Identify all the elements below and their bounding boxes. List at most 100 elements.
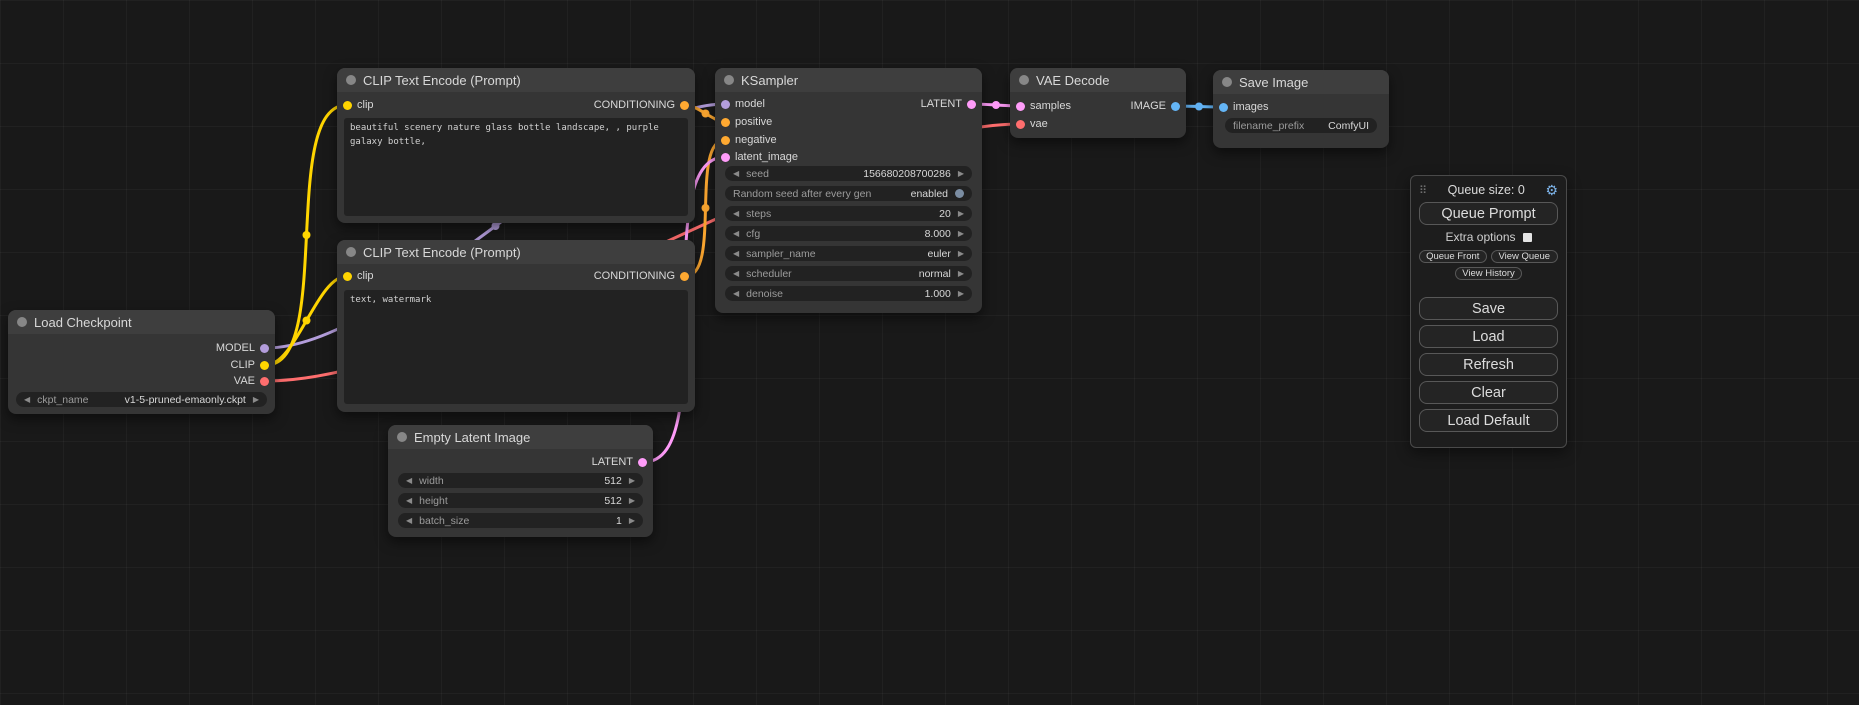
node-clip-text-encode-negative[interactable]: CLIP Text Encode (Prompt) clip CONDITION… (337, 240, 695, 412)
port-dot-latent[interactable] (638, 458, 647, 467)
decrement-arrow-icon[interactable]: ◀ (733, 270, 739, 278)
decrement-arrow-icon[interactable]: ◀ (24, 396, 30, 404)
port-dot-conditioning[interactable] (721, 118, 730, 127)
collapse-dot-icon[interactable] (397, 432, 407, 442)
port-dot-model[interactable] (260, 344, 269, 353)
width-widget[interactable]: ◀ width 512 ▶ (398, 473, 643, 488)
input-slot-positive[interactable]: positive (721, 115, 772, 129)
toggle-dot-icon[interactable] (955, 189, 964, 198)
increment-arrow-icon[interactable]: ▶ (958, 290, 964, 298)
port-dot-conditioning[interactable] (721, 136, 730, 145)
increment-arrow-icon[interactable]: ▶ (253, 396, 259, 404)
settings-gear-icon[interactable]: ⚙ (1545, 182, 1558, 199)
output-slot-model[interactable]: MODEL (216, 341, 269, 355)
port-dot-vae[interactable] (260, 377, 269, 386)
input-slot-vae[interactable]: vae (1016, 117, 1048, 131)
scheduler-widget[interactable]: ◀ scheduler normal ▶ (725, 266, 972, 281)
collapse-dot-icon[interactable] (724, 75, 734, 85)
input-slot-model[interactable]: model (721, 97, 765, 111)
collapse-dot-icon[interactable] (346, 247, 356, 257)
sampler-name-widget[interactable]: ◀ sampler_name euler ▶ (725, 246, 972, 261)
clear-button[interactable]: Clear (1419, 381, 1558, 404)
drag-handle-icon[interactable]: ⠿ (1419, 184, 1427, 197)
batch-size-widget[interactable]: ◀ batch_size 1 ▶ (398, 513, 643, 528)
input-slot-negative[interactable]: negative (721, 133, 777, 147)
node-vae-decode[interactable]: VAE Decode samples vae IMAGE (1010, 68, 1186, 138)
output-slot-conditioning[interactable]: CONDITIONING (594, 269, 689, 283)
decrement-arrow-icon[interactable]: ◀ (733, 290, 739, 298)
prompt-textarea[interactable]: text, watermark (344, 290, 688, 404)
height-widget[interactable]: ◀ height 512 ▶ (398, 493, 643, 508)
port-dot-latent[interactable] (721, 153, 730, 162)
node-ksampler[interactable]: KSampler model positive negative latent_… (715, 68, 982, 313)
seed-widget[interactable]: ◀ seed 156680208700286 ▶ (725, 166, 972, 181)
decrement-arrow-icon[interactable]: ◀ (406, 477, 412, 485)
increment-arrow-icon[interactable]: ▶ (629, 497, 635, 505)
input-slot-clip[interactable]: clip (343, 269, 374, 283)
port-dot-latent[interactable] (1016, 102, 1025, 111)
port-dot-latent[interactable] (967, 100, 976, 109)
denoise-widget[interactable]: ◀ denoise 1.000 ▶ (725, 286, 972, 301)
decrement-arrow-icon[interactable]: ◀ (733, 210, 739, 218)
random-seed-toggle-widget[interactable]: Random seed after every gen enabled (725, 186, 972, 201)
port-dot-vae[interactable] (1016, 120, 1025, 129)
port-dot-clip[interactable] (343, 272, 352, 281)
collapse-dot-icon[interactable] (1222, 77, 1232, 87)
input-slot-latent-image[interactable]: latent_image (721, 150, 798, 164)
node-clip-text-encode-positive[interactable]: CLIP Text Encode (Prompt) clip CONDITION… (337, 68, 695, 223)
node-title-bar[interactable]: Save Image (1213, 70, 1389, 94)
decrement-arrow-icon[interactable]: ◀ (733, 250, 739, 258)
increment-arrow-icon[interactable]: ▶ (629, 477, 635, 485)
node-title-bar[interactable]: Load Checkpoint (8, 310, 275, 334)
decrement-arrow-icon[interactable]: ◀ (733, 230, 739, 238)
queue-front-button[interactable]: Queue Front (1419, 250, 1487, 263)
view-history-button[interactable]: View History (1455, 267, 1522, 280)
port-dot-image[interactable] (1219, 103, 1228, 112)
increment-arrow-icon[interactable]: ▶ (958, 170, 964, 178)
increment-arrow-icon[interactable]: ▶ (958, 250, 964, 258)
node-title-bar[interactable]: Empty Latent Image (388, 425, 653, 449)
output-slot-clip[interactable]: CLIP (231, 358, 269, 372)
collapse-dot-icon[interactable] (17, 317, 27, 327)
node-title-bar[interactable]: KSampler (715, 68, 982, 92)
prompt-textarea[interactable]: beautiful scenery nature glass bottle la… (344, 118, 688, 216)
node-load-checkpoint[interactable]: Load Checkpoint MODEL CLIP VAE ◀ ckpt_na… (8, 310, 275, 414)
output-slot-conditioning[interactable]: CONDITIONING (594, 98, 689, 112)
output-slot-latent[interactable]: LATENT (921, 97, 976, 111)
port-dot-clip[interactable] (343, 101, 352, 110)
output-slot-image[interactable]: IMAGE (1131, 99, 1180, 113)
node-title-bar[interactable]: CLIP Text Encode (Prompt) (337, 68, 695, 92)
ckpt-name-widget[interactable]: ◀ ckpt_name v1-5-pruned-emaonly.ckpt ▶ (16, 392, 267, 407)
port-dot-image[interactable] (1171, 102, 1180, 111)
increment-arrow-icon[interactable]: ▶ (958, 270, 964, 278)
port-dot-conditioning[interactable] (680, 272, 689, 281)
port-dot-conditioning[interactable] (680, 101, 689, 110)
output-slot-latent[interactable]: LATENT (592, 455, 647, 469)
refresh-button[interactable]: Refresh (1419, 353, 1558, 376)
output-slot-vae[interactable]: VAE (234, 374, 269, 388)
input-slot-samples[interactable]: samples (1016, 99, 1071, 113)
node-save-image[interactable]: Save Image images filename_prefix ComfyU… (1213, 70, 1389, 148)
save-button[interactable]: Save (1419, 297, 1558, 320)
cfg-widget[interactable]: ◀ cfg 8.000 ▶ (725, 226, 972, 241)
collapse-dot-icon[interactable] (1019, 75, 1029, 85)
decrement-arrow-icon[interactable]: ◀ (733, 170, 739, 178)
extra-options-checkbox[interactable] (1523, 233, 1532, 242)
load-button[interactable]: Load (1419, 325, 1558, 348)
increment-arrow-icon[interactable]: ▶ (629, 517, 635, 525)
input-slot-images[interactable]: images (1219, 100, 1268, 114)
steps-widget[interactable]: ◀ steps 20 ▶ (725, 206, 972, 221)
load-default-button[interactable]: Load Default (1419, 409, 1558, 432)
view-queue-button[interactable]: View Queue (1491, 250, 1559, 263)
node-title-bar[interactable]: CLIP Text Encode (Prompt) (337, 240, 695, 264)
decrement-arrow-icon[interactable]: ◀ (406, 497, 412, 505)
increment-arrow-icon[interactable]: ▶ (958, 210, 964, 218)
port-dot-model[interactable] (721, 100, 730, 109)
queue-prompt-button[interactable]: Queue Prompt (1419, 202, 1558, 225)
collapse-dot-icon[interactable] (346, 75, 356, 85)
port-dot-clip[interactable] (260, 361, 269, 370)
node-empty-latent-image[interactable]: Empty Latent Image LATENT ◀ width 512 ▶ … (388, 425, 653, 537)
increment-arrow-icon[interactable]: ▶ (958, 230, 964, 238)
decrement-arrow-icon[interactable]: ◀ (406, 517, 412, 525)
graph-canvas[interactable]: Load Checkpoint MODEL CLIP VAE ◀ ckpt_na… (0, 0, 1859, 705)
